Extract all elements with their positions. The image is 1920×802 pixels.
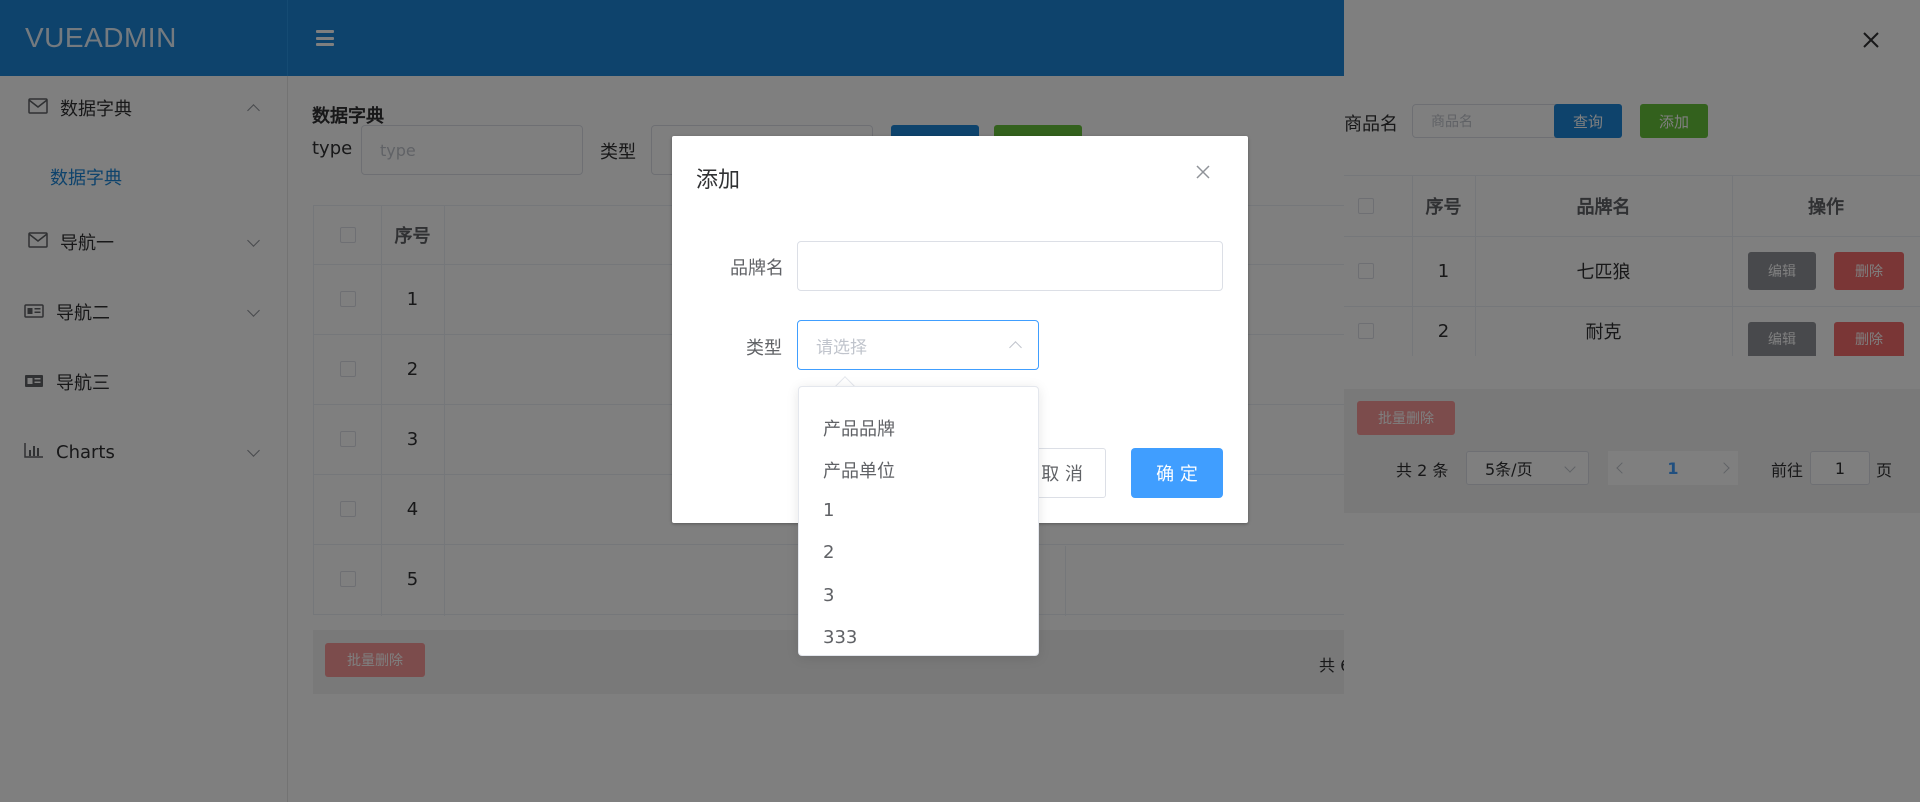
type-dropdown: 产品品牌 产品单位 1 2 3 333 <box>798 386 1039 656</box>
dialog-title: 添加 <box>696 168 741 193</box>
confirm-button[interactable]: 确 定 <box>1131 448 1223 498</box>
dropdown-option[interactable]: 333 <box>823 627 857 648</box>
dropdown-option[interactable]: 1 <box>823 500 834 521</box>
dropdown-option[interactable]: 产品品牌 <box>823 415 895 441</box>
close-icon[interactable] <box>1195 164 1211 180</box>
type-select[interactable]: 请选择 <box>797 320 1039 370</box>
brand-name-input[interactable] <box>797 241 1223 291</box>
brand-name-label: 品牌名 <box>730 258 784 279</box>
type-label: 类型 <box>746 338 782 359</box>
dropdown-option[interactable]: 产品单位 <box>823 457 895 483</box>
type-select-placeholder: 请选择 <box>816 337 867 358</box>
drawer-overlay <box>1344 0 1920 802</box>
chevron-up-icon <box>1009 341 1022 354</box>
dropdown-option[interactable]: 2 <box>823 542 834 563</box>
dropdown-option[interactable]: 3 <box>823 585 834 606</box>
